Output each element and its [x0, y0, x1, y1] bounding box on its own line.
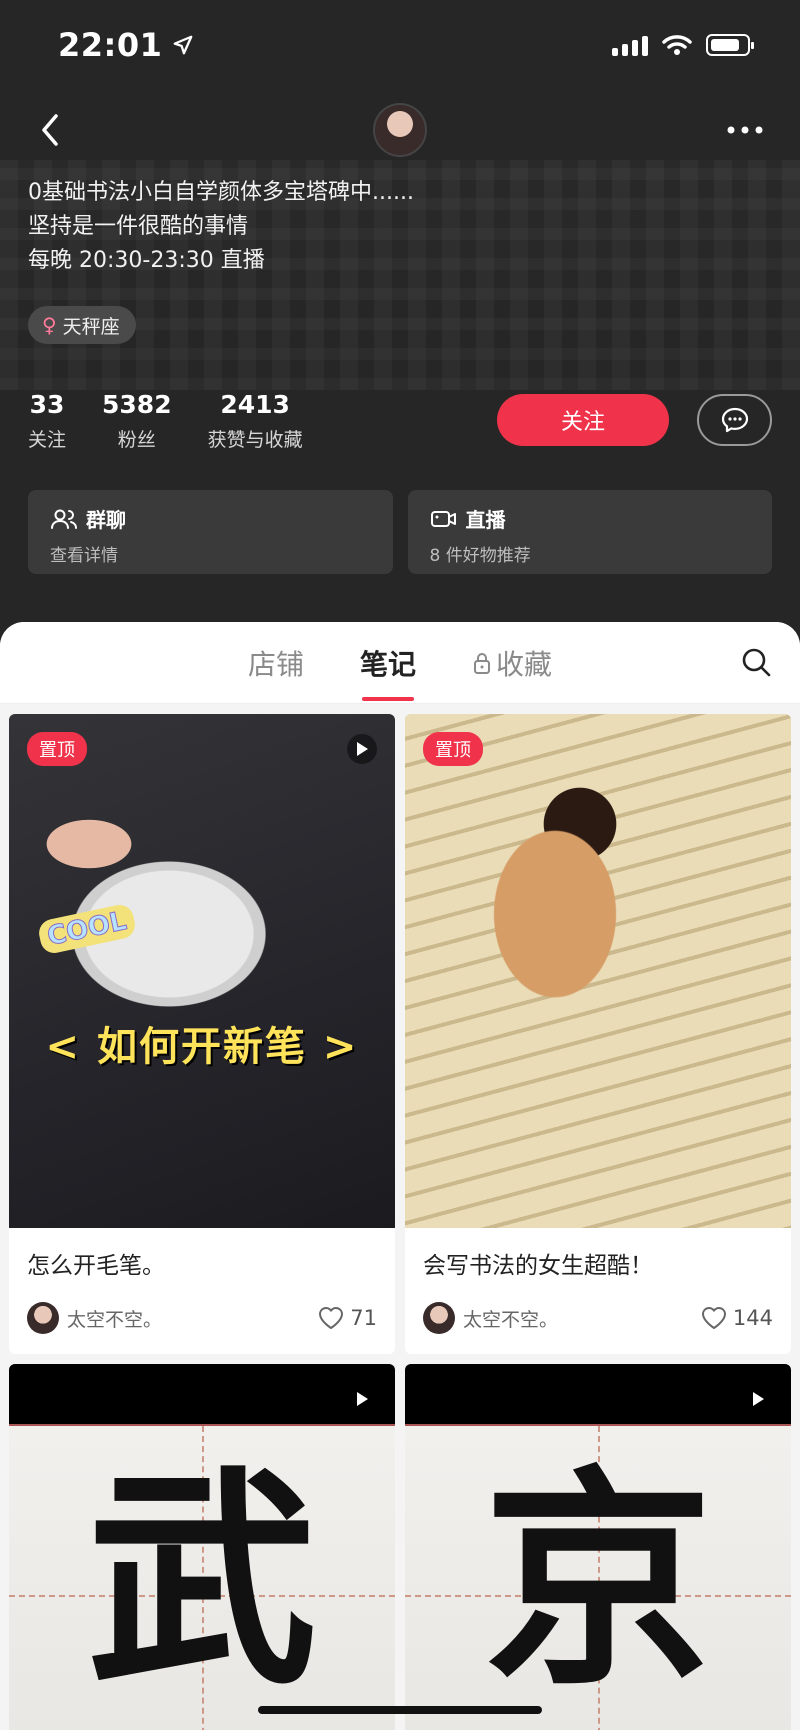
stat-label: 关注: [28, 429, 67, 451]
stat-number: 33: [29, 390, 65, 419]
note-card[interactable]: 置顶 会写书法的女生超酷！ 太空不空。 144: [405, 714, 791, 1354]
bio-line: 坚持是一件很酷的事情: [28, 214, 249, 239]
calligraphy-character: 武: [86, 1446, 317, 1716]
notes-grid: 置顶 COOL < 如何开新笔 > 怎么开毛笔。 太空不空。 71 置顶 会写书…: [0, 704, 800, 1730]
note-cover-image[interactable]: 京: [405, 1364, 791, 1730]
top-nav: [0, 95, 800, 165]
note-author[interactable]: 太空不空。: [423, 1302, 558, 1334]
status-bar: 22:01: [0, 0, 800, 90]
tab-bar: 店铺 笔记 收藏: [0, 622, 800, 704]
profile-header: 22:01 0基础书法小白自学颜体多宝塔碑中...... 坚持是一件很酷的事情 …: [0, 0, 800, 640]
tab-label: 店铺: [247, 647, 304, 681]
battery-icon: [706, 34, 754, 56]
back-arrow-icon[interactable]: [36, 110, 64, 150]
like-button[interactable]: 144: [701, 1306, 773, 1330]
card-subtitle: 查看详情: [50, 546, 118, 566]
lock-icon: [474, 652, 490, 674]
pinned-badge: 置顶: [27, 732, 87, 766]
avatar[interactable]: [373, 103, 427, 157]
feature-cards: 群聊 查看详情 直播 8 件好物推荐: [28, 490, 772, 574]
stat-following[interactable]: 33 关注: [28, 390, 66, 452]
like-count: 71: [350, 1306, 377, 1330]
heart-icon: [319, 1307, 344, 1329]
profile-bio: 0基础书法小白自学颜体多宝塔碑中...... 坚持是一件很酷的事情 每晚 20:…: [28, 176, 414, 278]
note-title: 怎么开毛笔。: [27, 1253, 165, 1279]
pinned-badge: 置顶: [423, 732, 483, 766]
stat-number: 2413: [220, 390, 290, 419]
video-play-icon: [743, 1384, 773, 1414]
heart-icon: [701, 1307, 726, 1329]
cool-sticker: COOL: [36, 902, 138, 956]
search-icon[interactable]: [740, 646, 772, 678]
zodiac-label: 天秤座: [62, 315, 120, 338]
live-camera-icon: [430, 510, 456, 527]
cellular-signal-icon: [612, 34, 648, 56]
stat-label: 粉丝: [117, 429, 156, 451]
follow-button[interactable]: 关注: [497, 394, 669, 446]
group-chat-card[interactable]: 群聊 查看详情: [28, 490, 393, 574]
note-cover-image[interactable]: 武: [9, 1364, 395, 1730]
calligraphy-paper: 京: [405, 1424, 791, 1730]
stat-followers[interactable]: 5382 粉丝: [102, 390, 172, 452]
tab-label: 收藏: [496, 647, 553, 681]
bio-line: 0基础书法小白自学颜体多宝塔碑中......: [28, 180, 414, 205]
calligraphy-paper: 武: [9, 1424, 395, 1730]
like-count: 144: [732, 1306, 773, 1330]
card-title: 直播: [465, 508, 506, 532]
stat-number: 5382: [102, 390, 172, 419]
note-card[interactable]: 京: [405, 1364, 791, 1730]
profile-stats: 33 关注 5382 粉丝 2413 获赞与收藏: [28, 390, 303, 452]
author-name: 太空不空。: [463, 1308, 559, 1331]
note-cover-image[interactable]: 置顶 COOL < 如何开新笔 >: [9, 714, 395, 1228]
chat-bubble-icon: [721, 407, 748, 433]
zodiac-tag: ♀ 天秤座: [28, 306, 136, 344]
video-play-icon: [347, 734, 377, 764]
home-indicator: [258, 1706, 542, 1714]
tab-collections[interactable]: 收藏: [472, 643, 552, 683]
note-title: 会写书法的女生超酷！: [423, 1253, 653, 1279]
card-subtitle: 8 件好物推荐: [429, 546, 531, 566]
author-avatar: [27, 1302, 59, 1334]
note-card[interactable]: 置顶 COOL < 如何开新笔 > 怎么开毛笔。 太空不空。 71: [9, 714, 395, 1354]
group-icon: [51, 509, 77, 529]
like-button[interactable]: 71: [318, 1306, 377, 1330]
status-time: 22:01: [58, 26, 163, 64]
author-avatar: [423, 1302, 455, 1334]
tab-notes[interactable]: 笔记: [360, 643, 416, 683]
wifi-icon: [662, 35, 692, 55]
author-name: 太空不空。: [67, 1308, 163, 1331]
calligraphy-character: 京: [482, 1446, 713, 1716]
tab-label: 笔记: [359, 647, 416, 681]
video-play-icon: [347, 1384, 377, 1414]
note-author[interactable]: 太空不空。: [27, 1302, 162, 1334]
note-card[interactable]: 武: [9, 1364, 395, 1730]
more-dots-icon[interactable]: [726, 125, 764, 135]
message-button[interactable]: [697, 394, 772, 446]
note-cover-image[interactable]: 置顶: [405, 714, 791, 1228]
content-panel: 店铺 笔记 收藏 置顶 COOL < 如何开新笔 > 怎么开毛笔。 太空不空。 …: [0, 622, 800, 1730]
bio-line: 每晚 20:30-23:30 直播: [28, 248, 265, 273]
card-title: 群聊: [86, 508, 126, 532]
tab-store[interactable]: 店铺: [248, 643, 304, 683]
location-arrow-icon: [173, 35, 193, 55]
cover-overlay-text: < 如何开新笔 >: [45, 1024, 359, 1070]
female-icon: ♀: [42, 313, 57, 337]
stat-label: 获赞与收藏: [207, 429, 303, 451]
live-card[interactable]: 直播 8 件好物推荐: [407, 490, 772, 574]
stat-likes-collects[interactable]: 2413 获赞与收藏: [208, 390, 303, 452]
